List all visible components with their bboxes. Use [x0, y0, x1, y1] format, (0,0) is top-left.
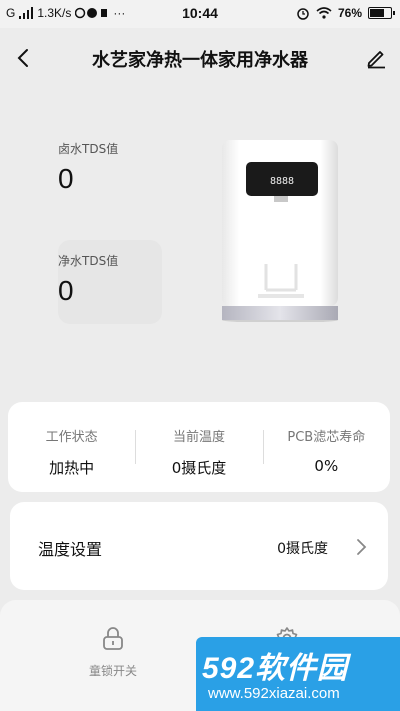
edit-pencil-icon[interactable] — [364, 46, 388, 70]
temperature-setting-value: 0摄氏度 — [277, 541, 328, 557]
pure-tds-label: 净水TDS值 — [58, 254, 119, 268]
wifi-icon — [316, 7, 332, 19]
raw-tds-value: 0 — [58, 163, 74, 194]
info-label: 当前温度 — [172, 430, 225, 445]
watermark-url: www.592xiazai.com — [208, 685, 340, 702]
info-current-temp: 当前温度 0摄氏度 — [135, 402, 262, 492]
info-work-status: 工作状态 加热中 — [8, 402, 135, 492]
battery-percent: 76% — [337, 6, 362, 20]
device-display-text: 8888 — [270, 176, 294, 187]
watermark-logo-text: 592软件园 — [202, 652, 349, 685]
watermark-logo: 592软件园 www.592xiazai.com — [196, 637, 400, 711]
water-purifier-image: 8888 — [222, 140, 338, 322]
child-lock-label: 童锁开关 — [88, 664, 137, 678]
info-value: 加热中 — [49, 459, 95, 477]
status-info-card: 工作状态 加热中 当前温度 0摄氏度 PCB滤芯寿命 0% — [8, 402, 390, 492]
alarm-icon — [297, 8, 309, 20]
temperature-setting-row[interactable]: 温度设置 0摄氏度 — [10, 502, 388, 590]
chevron-right-icon — [357, 539, 367, 555]
page-title: 水艺家净热一体家用净水器 — [92, 50, 308, 71]
info-label: PCB滤芯寿命 — [287, 430, 366, 445]
info-value: 0摄氏度 — [171, 459, 227, 477]
app-bar: 水艺家净热一体家用净水器 — [0, 28, 400, 90]
status-right: 76% — [296, 6, 395, 20]
child-lock-button[interactable]: 童锁开关 — [63, 626, 163, 679]
info-filter-life: PCB滤芯寿命 0% — [262, 402, 390, 492]
lock-icon — [103, 627, 123, 650]
pure-tds-value: 0 — [58, 275, 74, 306]
status-bar: G 1.3K/s ··· 10:44 76% — [0, 0, 400, 28]
raw-tds-label: 卤水TDS值 — [58, 142, 119, 156]
info-label: 工作状态 — [45, 430, 98, 445]
battery-icon — [368, 7, 395, 19]
temperature-setting-label: 温度设置 — [38, 540, 103, 559]
info-value: 0% — [314, 457, 339, 475]
raw-tds: 卤水TDS值 0 — [58, 140, 162, 195]
chevron-left-icon[interactable] — [12, 46, 36, 70]
pure-tds: 净水TDS值 0 — [58, 252, 162, 307]
